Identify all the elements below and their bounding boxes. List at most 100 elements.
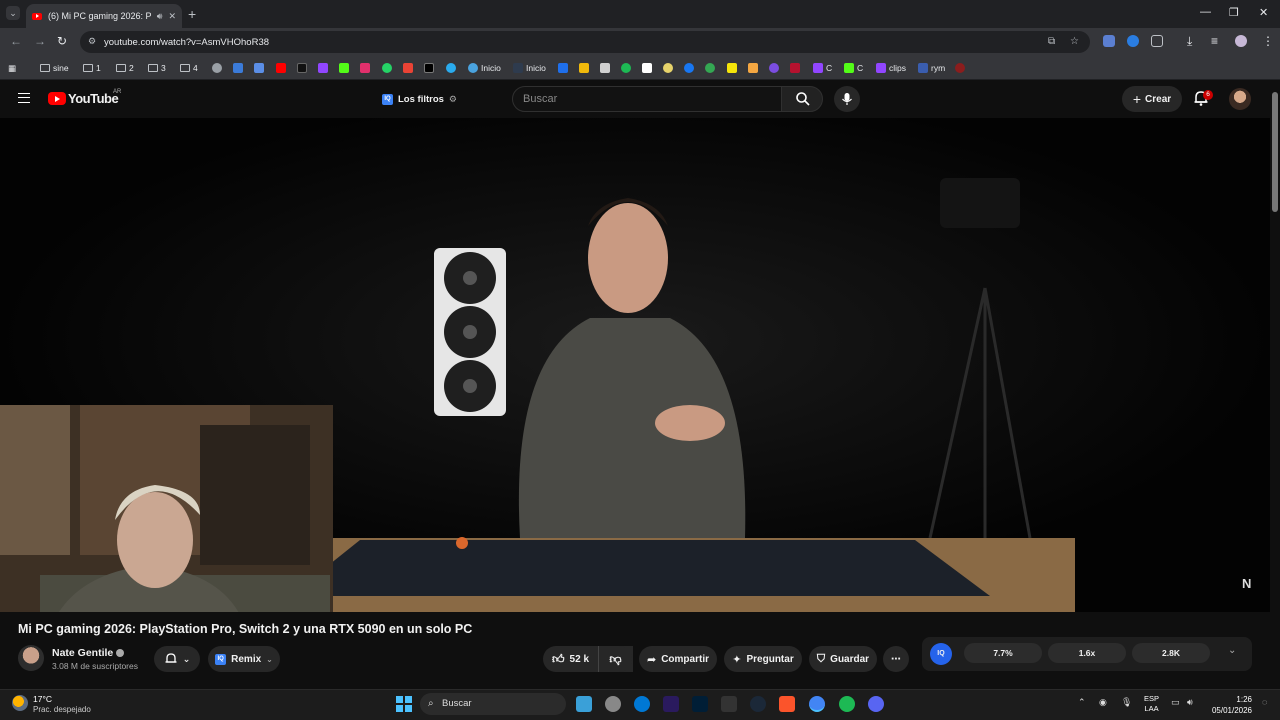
discord-icon[interactable] [868, 696, 884, 712]
volume-icon[interactable]: 🔊︎ [1187, 697, 1193, 708]
site-info-icon[interactable]: ⚙ [88, 36, 96, 47]
bookmark-folder-2[interactable]: 2 [116, 61, 134, 75]
weather-icon[interactable] [12, 695, 28, 711]
address-bar[interactable]: ⚙ youtube.com/watch?v=AsmVHOhoR38 ⧉ ☆ [80, 31, 1090, 53]
taskbar-search[interactable]: ⌕ Buscar [420, 693, 566, 715]
windows-start-icon[interactable] [396, 696, 412, 712]
close-tab-icon[interactable]: ✕ [168, 11, 176, 22]
bookmark-star-icon[interactable]: ☆ [1070, 36, 1079, 47]
bookmark-icon[interactable] [955, 61, 965, 75]
system-clock[interactable]: 1:26 05/01/2026 [1208, 694, 1252, 716]
forward-button[interactable]: → [34, 34, 46, 48]
more-actions-button[interactable]: ⋯ [883, 646, 909, 672]
profile-avatar[interactable] [1235, 35, 1247, 47]
network-icon[interactable]: ▭ [1171, 697, 1180, 708]
voice-search-button[interactable] [834, 86, 860, 112]
channel-avatar[interactable] [18, 645, 44, 671]
bookmark-binance-icon[interactable] [579, 61, 589, 75]
bookmark-icon[interactable] [663, 61, 673, 75]
bookmark-telegram-icon[interactable] [446, 61, 456, 75]
bookmark-icon[interactable] [621, 61, 631, 75]
bookmark-icon[interactable] [727, 61, 737, 75]
minimize-button[interactable]: — [1200, 6, 1211, 18]
bookmark-folder-4[interactable]: 4 [180, 61, 198, 75]
youtube-logo-icon[interactable] [48, 92, 66, 105]
bookmark-whatsapp-icon[interactable] [382, 61, 392, 75]
close-window-button[interactable]: ✕ [1259, 6, 1268, 19]
reload-button[interactable]: ↻ [57, 34, 67, 48]
ask-button[interactable]: ✦ Preguntar [724, 646, 802, 672]
bookmark-icon[interactable] [600, 61, 610, 75]
extension-icon[interactable] [1127, 35, 1139, 47]
bookmark-rym[interactable]: rym [918, 61, 945, 75]
bookmark-kick-icon[interactable] [339, 61, 349, 75]
browser-tab-active[interactable]: (6) Mi PC gaming 2026: Pla 🔊︎ ✕ [26, 4, 182, 28]
steam-icon[interactable] [750, 696, 766, 712]
search-input[interactable]: Buscar [512, 86, 782, 112]
tab-search-button[interactable]: ⌄ [6, 6, 20, 20]
bookmark-c-1[interactable]: C [813, 61, 832, 75]
notification-center-icon[interactable]: ◌ [1262, 697, 1267, 707]
bookmark-folder-sine[interactable]: sine [40, 61, 69, 75]
apps-grid-icon[interactable]: ▦ [8, 61, 16, 75]
bookmark-gmail-icon[interactable] [403, 61, 413, 75]
back-button[interactable]: ← [10, 34, 22, 48]
bookmark-inicio-2[interactable]: Inicio [513, 61, 546, 75]
edge-icon[interactable] [634, 696, 650, 712]
brave-icon[interactable] [779, 696, 795, 712]
bookmark-translate-icon[interactable] [254, 61, 264, 75]
task-view-icon[interactable] [576, 696, 592, 712]
remix-button[interactable]: IQ Remix ⌄ [208, 646, 280, 672]
bookmark-icon[interactable] [233, 61, 243, 75]
install-app-icon[interactable]: ⧉ [1048, 36, 1055, 47]
photoshop-icon[interactable] [692, 696, 708, 712]
extensions-puzzle-icon[interactable] [1151, 35, 1163, 47]
filters-button[interactable]: IQ Los filtros ⚙ [376, 89, 463, 109]
bookmark-icon[interactable] [705, 61, 715, 75]
bookmark-icon[interactable] [642, 61, 652, 75]
share-button[interactable]: ➦ Compartir [639, 646, 717, 672]
reading-list-icon[interactable]: ≡ [1211, 34, 1218, 48]
youtube-logo-text[interactable]: YouTube [68, 91, 119, 106]
spotify-icon[interactable] [839, 696, 855, 712]
restore-button[interactable]: ❐ [1229, 6, 1239, 19]
premiere-icon[interactable] [663, 696, 679, 712]
bookmark-instagram-icon[interactable] [360, 61, 370, 75]
video-player[interactable]: N [0, 118, 1270, 612]
browser-menu-icon[interactable]: ⋮ [1262, 34, 1274, 48]
iq-logo-icon[interactable]: IQ [930, 643, 952, 665]
bookmark-folder-1[interactable]: 1 [83, 61, 101, 75]
scrollbar-thumb[interactable] [1272, 92, 1278, 212]
bookmark-x-icon[interactable] [424, 61, 434, 75]
chevron-down-icon[interactable]: ⌄ [1228, 645, 1236, 656]
downloads-icon[interactable]: ⤓ [1187, 34, 1192, 49]
bookmark-icon[interactable] [558, 61, 568, 75]
menu-hamburger-icon[interactable] [18, 93, 30, 103]
tray-discord-icon[interactable]: ◉ [1099, 697, 1107, 708]
bookmark-icon[interactable] [769, 61, 779, 75]
bookmark-clips[interactable]: clips [876, 61, 906, 75]
github-icon[interactable] [605, 696, 621, 712]
bookmark-globe-icon[interactable] [212, 61, 222, 75]
bookmark-twitch-icon[interactable] [318, 61, 328, 75]
epic-games-icon[interactable] [721, 696, 737, 712]
bookmark-youtube-icon[interactable] [276, 61, 286, 75]
tray-microphone-icon[interactable]: 🎙︎ [1121, 697, 1132, 708]
bookmark-tiktok-icon[interactable] [297, 61, 307, 75]
audio-icon[interactable]: 🔊︎ [157, 11, 163, 22]
bookmark-icon[interactable] [790, 61, 800, 75]
subscribed-bell-button[interactable]: ⌄ [154, 646, 200, 672]
create-button[interactable]: + Crear [1122, 86, 1182, 112]
translate-extension-icon[interactable] [1103, 35, 1115, 47]
new-tab-button[interactable]: + [188, 6, 196, 22]
save-button[interactable]: ⛉ Guardar [809, 646, 877, 672]
channel-name[interactable]: Nate Gentile [52, 647, 125, 659]
bookmark-icon[interactable] [748, 61, 758, 75]
bookmark-c-2[interactable]: C [844, 61, 863, 75]
input-language[interactable]: ESP LAA [1144, 694, 1159, 714]
tray-chevron-up-icon[interactable]: ⌃ [1078, 697, 1086, 708]
bookmark-inicio-1[interactable]: Inicio [468, 61, 501, 75]
chrome-icon[interactable] [809, 696, 825, 712]
search-button[interactable] [781, 86, 823, 112]
dislike-button[interactable]: 👎︎ [598, 646, 632, 672]
